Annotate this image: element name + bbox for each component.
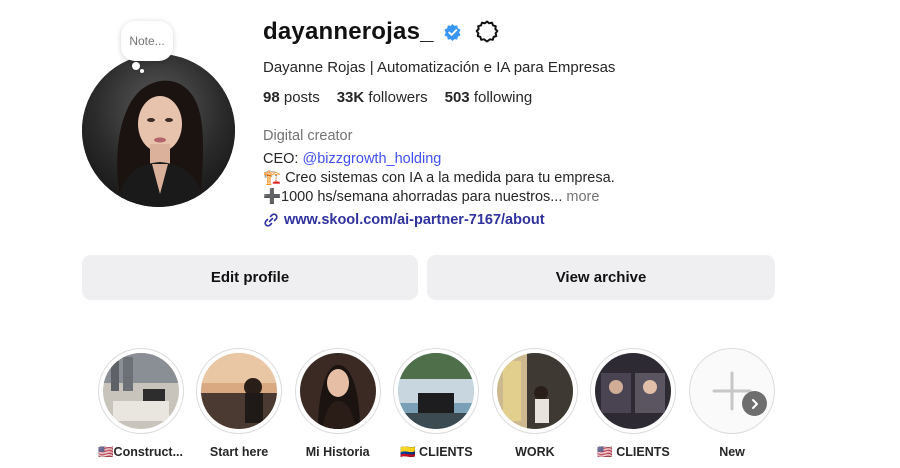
highlight-item[interactable]: Start here [196, 348, 283, 460]
avatar-photo [82, 54, 235, 207]
highlight-item[interactable]: 🇺🇸 CLIENTS [590, 348, 677, 460]
edit-profile-button[interactable]: Edit profile [82, 255, 418, 300]
highlight-item[interactable]: WORK [491, 348, 578, 460]
highlight-item[interactable]: 🇨🇴 CLIENTS [393, 348, 480, 460]
story-highlights: 🇺🇸Construct... Start here Mi Historia 🇨🇴… [97, 348, 787, 460]
gear-icon[interactable] [475, 20, 499, 44]
followers-label: followers [368, 89, 428, 106]
category-label: Digital creator [263, 128, 353, 144]
highlight-ring [196, 348, 283, 434]
chevron-right-icon [751, 398, 758, 409]
following-label: following [473, 89, 533, 106]
username-row: dayannerojas_ [263, 18, 499, 46]
posts-stat: 98 posts [263, 89, 320, 106]
profile-avatar[interactable] [82, 54, 235, 207]
highlight-label: New [719, 445, 745, 459]
highlight-cover [398, 353, 475, 429]
highlight-label: Mi Historia [305, 445, 370, 459]
highlights-next-button[interactable] [742, 391, 767, 416]
bio-more-button[interactable]: more [566, 189, 599, 205]
highlight-ring [97, 348, 184, 434]
avatar[interactable] [82, 54, 235, 207]
highlight-ring [689, 348, 776, 434]
highlight-label: Start here [209, 445, 269, 459]
posts-label: posts [283, 89, 320, 106]
bio-line-1: CEO: @bizzgrowth_holding [263, 150, 615, 169]
profile-stats: 98 posts 33K followers 503 following [263, 89, 549, 106]
verified-badge-icon [444, 23, 461, 41]
note-placeholder: Note... [129, 34, 165, 48]
highlight-label: 🇺🇸 CLIENTS [597, 445, 670, 459]
bio-line-2: 🏗️ Creo sistemas con IA a la medida para… [263, 170, 615, 186]
following-stat[interactable]: 503 following [445, 89, 533, 106]
posts-count: 98 [263, 89, 280, 106]
highlight-cover [496, 353, 573, 429]
highlight-item[interactable]: Mi Historia [294, 348, 381, 460]
highlight-cover [595, 353, 672, 429]
following-count: 503 [444, 89, 470, 106]
link-icon [264, 213, 278, 227]
highlight-ring [590, 348, 677, 434]
followers-stat[interactable]: 33K followers [337, 89, 428, 106]
highlight-cover [102, 353, 179, 429]
view-archive-button[interactable]: View archive [427, 255, 775, 300]
bio: CEO: @bizzgrowth_holding 🏗️ Creo sistema… [263, 150, 615, 207]
highlight-label: WORK [515, 445, 555, 459]
highlight-ring [491, 348, 578, 434]
bio-line-3: ➕1000 hs/semana ahorradas para nuestros.… [263, 188, 615, 207]
bio-link-text[interactable]: www.skool.com/ai-partner-7167/about [284, 212, 545, 228]
highlight-ring [393, 348, 480, 434]
highlight-cover [201, 353, 278, 429]
highlight-label: 🇨🇴 CLIENTS [400, 445, 473, 459]
note-bubble-dot [132, 62, 140, 70]
bio-line-3-text: ➕1000 hs/semana ahorradas para nuestros.… [263, 189, 563, 205]
note-bubble-dot-small [140, 69, 144, 73]
highlight-ring [294, 348, 381, 434]
bio-mention-link[interactable]: @bizzgrowth_holding [302, 151, 441, 167]
highlight-item[interactable]: 🇺🇸Construct... [97, 348, 184, 460]
bio-link[interactable]: www.skool.com/ai-partner-7167/about [263, 212, 545, 228]
bio-ceo-prefix: CEO: [263, 151, 303, 167]
username: dayannerojas_ [263, 18, 434, 45]
highlight-cover [299, 353, 376, 429]
highlight-label: 🇺🇸Construct... [97, 445, 183, 459]
note-bubble[interactable]: Note... [121, 21, 173, 61]
full-name: Dayanne Rojas | Automatización e IA para… [263, 59, 616, 76]
followers-count: 33K [336, 89, 365, 106]
